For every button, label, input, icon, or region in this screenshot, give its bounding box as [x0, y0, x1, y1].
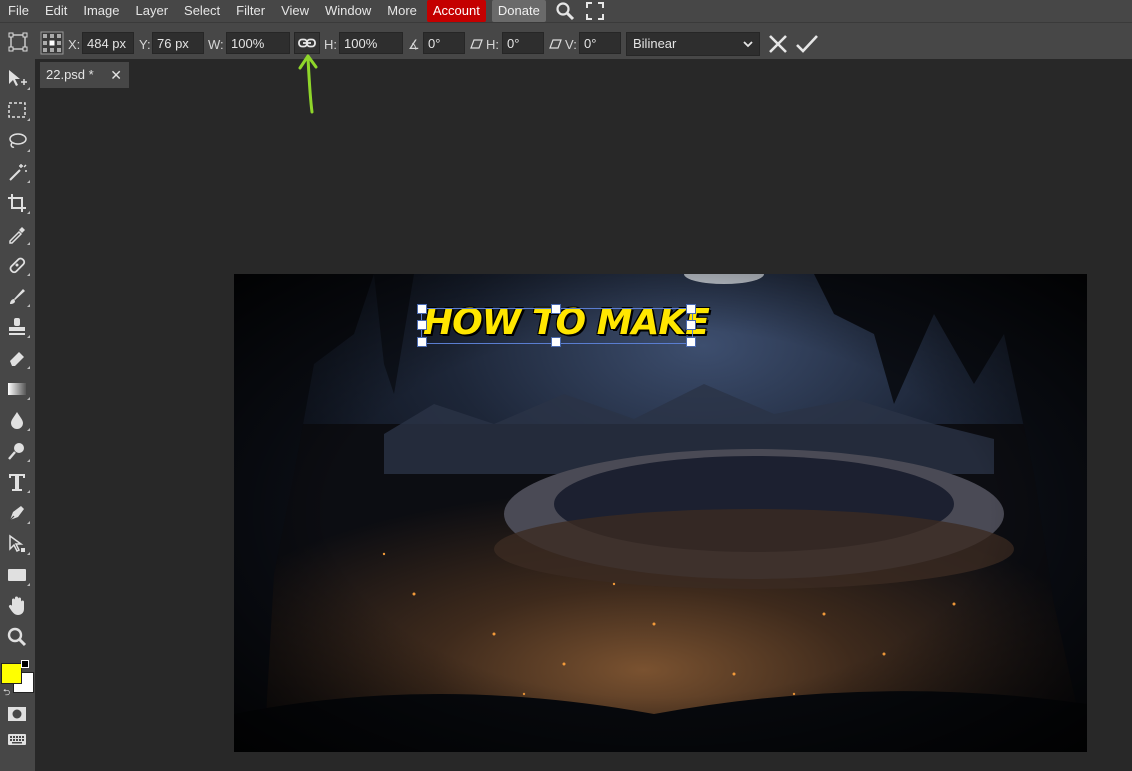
menu-view[interactable]: View	[273, 0, 317, 22]
crop-tool-icon[interactable]	[4, 190, 30, 216]
h-label: H:	[324, 37, 337, 52]
transform-handle-top-center[interactable]	[551, 304, 561, 314]
skew-v-icon	[549, 37, 562, 59]
magic-wand-tool-icon[interactable]	[4, 159, 30, 185]
donate-button[interactable]: Donate	[491, 0, 546, 22]
fullscreen-icon[interactable]	[584, 0, 606, 22]
transform-icon[interactable]	[7, 31, 29, 53]
commit-transform-icon[interactable]	[795, 33, 819, 55]
transform-handle-middle-right[interactable]	[686, 320, 696, 330]
angle-field[interactable]: 0°	[423, 32, 465, 54]
menu-image[interactable]: Image	[75, 0, 127, 22]
quick-mask-icon[interactable]	[4, 701, 30, 727]
text-tool-icon[interactable]	[4, 469, 30, 495]
swap-colors-icon[interactable]: ⮌	[3, 685, 10, 701]
interpolation-value: Bilinear	[633, 36, 677, 51]
eyedropper-tool-icon[interactable]	[4, 221, 30, 247]
marquee-tool-icon[interactable]	[4, 97, 30, 123]
skew-h-label: H:	[486, 37, 499, 52]
shape-tool-icon[interactable]	[4, 562, 30, 588]
skew-v-label: V:	[565, 37, 577, 52]
interpolation-select[interactable]: Bilinear	[626, 32, 760, 56]
height-field[interactable]: 100%	[339, 32, 403, 54]
tool-panel: ⮌	[0, 58, 35, 771]
search-icon[interactable]	[554, 0, 576, 22]
healing-tool-icon[interactable]	[4, 252, 30, 278]
pen-tool-icon[interactable]	[4, 500, 30, 526]
y-label: Y:	[139, 37, 151, 52]
menu-edit[interactable]: Edit	[37, 0, 75, 22]
menu-bar: File Edit Image Layer Select Filter View…	[0, 0, 1132, 22]
path-select-tool-icon[interactable]	[4, 531, 30, 557]
x-label: X:	[68, 37, 81, 52]
menu-select[interactable]: Select	[176, 0, 228, 22]
menu-filter[interactable]: Filter	[228, 0, 273, 22]
y-field[interactable]: 76 px	[152, 32, 204, 54]
transform-handle-bottom-right[interactable]	[686, 337, 696, 347]
transform-handle-bottom-center[interactable]	[551, 337, 561, 347]
cave-landscape-image	[234, 274, 1087, 752]
close-icon[interactable]: ✕	[110, 62, 122, 88]
menu-file[interactable]: File	[0, 0, 37, 22]
transform-handle-top-left[interactable]	[417, 304, 427, 314]
brush-tool-icon[interactable]	[4, 283, 30, 309]
keyboard-icon[interactable]	[4, 726, 30, 752]
angle-icon: ∡	[408, 37, 420, 52]
zoom-tool-icon[interactable]	[4, 624, 30, 650]
foreground-color-swatch[interactable]	[1, 663, 22, 684]
gradient-tool-icon[interactable]	[4, 376, 30, 402]
width-field[interactable]: 100%	[226, 32, 290, 54]
blur-tool-icon[interactable]	[4, 407, 30, 433]
dodge-tool-icon[interactable]	[4, 438, 30, 464]
move-tool-icon[interactable]	[4, 66, 30, 92]
document-canvas[interactable]	[234, 274, 1087, 752]
menu-more[interactable]: More	[379, 0, 425, 22]
color-swatches: ⮌	[1, 654, 35, 700]
skew-h-icon	[470, 37, 483, 59]
cancel-transform-icon[interactable]	[767, 33, 789, 55]
w-label: W:	[208, 37, 224, 52]
transform-handle-middle-left[interactable]	[417, 320, 427, 330]
chevron-down-icon	[743, 33, 753, 62]
skew-v-field[interactable]: 0°	[579, 32, 621, 54]
annotation-arrow-icon	[298, 54, 318, 114]
tab-label: 22.psd *	[46, 67, 94, 82]
eraser-tool-icon[interactable]	[4, 345, 30, 371]
link-icon	[298, 38, 316, 48]
menu-window[interactable]: Window	[317, 0, 379, 22]
x-field[interactable]: 484 px	[82, 32, 134, 54]
account-button[interactable]: Account	[426, 0, 486, 22]
reference-point-icon[interactable]	[40, 31, 64, 55]
skew-h-field[interactable]: 0°	[502, 32, 544, 54]
menu-layer[interactable]: Layer	[128, 0, 177, 22]
clone-stamp-tool-icon[interactable]	[4, 314, 30, 340]
transform-handle-top-right[interactable]	[686, 304, 696, 314]
default-colors-icon[interactable]	[21, 660, 29, 668]
link-proportions-button[interactable]	[294, 32, 320, 54]
lasso-tool-icon[interactable]	[4, 128, 30, 154]
transform-handle-bottom-left[interactable]	[417, 337, 427, 347]
hand-tool-icon[interactable]	[4, 593, 30, 619]
options-bar: X: 484 px Y: 76 px W: 100% H: 100% ∡ 0° …	[0, 22, 1132, 59]
tab-22-psd[interactable]: 22.psd * ✕	[40, 62, 129, 88]
